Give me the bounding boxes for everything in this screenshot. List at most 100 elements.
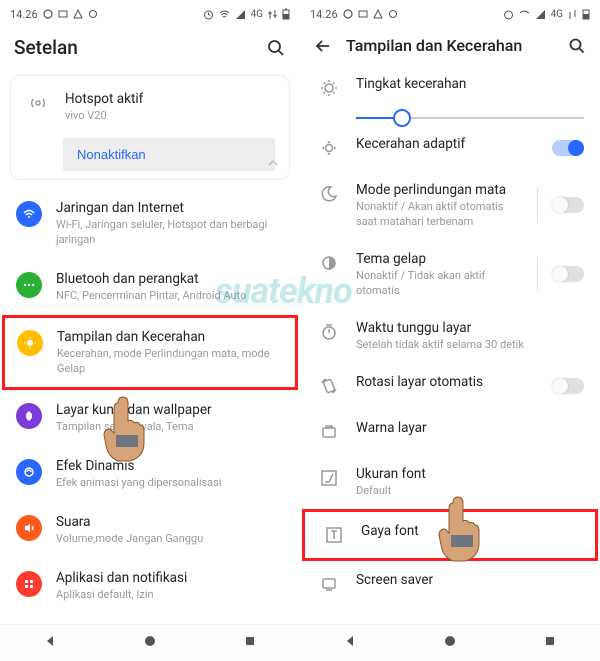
status-bar: 14.26 4G [0, 0, 300, 24]
status-icon [43, 9, 53, 19]
status-icon [373, 9, 383, 19]
item-title: Aplikasi dan notifikasi [56, 569, 284, 587]
back-icon[interactable] [314, 37, 332, 55]
search-icon[interactable] [568, 37, 586, 55]
toggle-rotation[interactable] [552, 378, 584, 394]
moon-icon [316, 181, 342, 207]
item-title: Warna layar [356, 419, 584, 437]
status-icon [388, 9, 398, 19]
settings-list: Jaringan dan Internet Wi-Fi, Jaringan se… [0, 188, 300, 624]
item-dark[interactable]: Tema gelap Nonaktif / Tidak akan aktif o… [300, 240, 600, 309]
signal-icon [235, 9, 246, 20]
nav-back[interactable] [343, 634, 357, 652]
item-font-size[interactable]: Ukuran font Default [300, 455, 600, 509]
toggle-dark[interactable] [552, 266, 584, 282]
divider [537, 188, 538, 222]
alarm-icon [203, 9, 214, 20]
brightness-slider[interactable] [300, 117, 600, 125]
sound-icon [16, 515, 42, 541]
brightness-icon [17, 330, 43, 356]
item-title: Mode perlindungan mata [356, 181, 523, 199]
nav-home[interactable] [143, 634, 157, 652]
item-title: Efek Dinamis [56, 457, 284, 475]
status-icon [88, 9, 98, 19]
item-title: Jaringan dan Internet [56, 199, 284, 217]
item-sub: Efek animasi yang dipersonalisasi [56, 476, 284, 491]
rotation-icon [316, 373, 342, 399]
status-icon [58, 9, 68, 19]
hotspot-icon [25, 90, 51, 116]
hotspot-title: Hotspot aktif [65, 90, 275, 108]
item-font-style[interactable]: Gaya font [302, 509, 598, 561]
battery-icon [282, 8, 290, 20]
item-sub: Volume,mode Jangan Ganggu [56, 532, 284, 547]
data-icon [268, 9, 277, 20]
status-bar: 14.26 4G [300, 0, 600, 24]
status-icon [358, 9, 368, 19]
wifi-icon [219, 9, 230, 20]
wallpaper-icon [16, 403, 42, 429]
item-sub: Setelah tidak aktif selama 30 detik [356, 338, 584, 353]
item-bluetooth[interactable]: Bluetooh dan perangkat NFC, Pencerminan … [0, 259, 300, 315]
item-adaptive[interactable]: Kecerahan adaptif [300, 125, 600, 171]
item-lockscreen[interactable]: Layar kunci dan wallpaper Tampilan selal… [0, 390, 300, 446]
hotspot-card: Hotspot aktif vivo V20 Nonaktifkan [10, 75, 290, 180]
nav-home[interactable] [443, 634, 457, 652]
toggle-adaptive[interactable] [552, 140, 584, 156]
nav-bar [300, 624, 600, 661]
battery-icon [582, 8, 590, 20]
toggle-eye[interactable] [552, 197, 584, 213]
item-effects[interactable]: Efek Dinamis Efek animasi yang dipersona… [0, 446, 300, 502]
item-sound[interactable]: Suara Volume,mode Jangan Ganggu [0, 502, 300, 558]
item-sub: Nonaktif / Akan aktif otomatis saat mata… [356, 200, 523, 230]
item-title: Bluetooh dan perangkat [56, 270, 284, 288]
item-sub: Nonaktif / Tidak akan aktif otomatis [356, 269, 523, 299]
item-network[interactable]: Jaringan dan Internet Wi-Fi, Jaringan se… [0, 188, 300, 259]
item-title: Rotasi layar otomatis [356, 373, 538, 391]
font-style-icon [321, 522, 347, 548]
page-title: Tampilan dan Kecerahan [346, 36, 554, 55]
item-sub: Kecerahan, mode Perlindungan mata, mode … [57, 347, 283, 377]
nav-recent[interactable] [543, 634, 557, 652]
screensaver-icon [316, 571, 342, 597]
status-icon [73, 9, 83, 19]
item-sub: Tampilan selalu nyala, Tema [56, 420, 284, 435]
item-rotation[interactable]: Rotasi layar otomatis [300, 363, 600, 409]
item-title: Ukuran font [356, 465, 584, 483]
adaptive-icon [316, 135, 342, 161]
item-title: Suara [56, 513, 284, 531]
status-time: 14.26 [10, 8, 38, 21]
item-title: Waktu tunggu layar [356, 319, 584, 337]
deactivate-button[interactable]: Nonaktifkan [63, 138, 275, 171]
nav-back[interactable] [43, 634, 57, 652]
chevron-up-icon[interactable] [267, 157, 279, 173]
network-label: 4G [551, 9, 563, 20]
alarm-icon [503, 9, 514, 20]
hotspot-sub: vivo V20 [65, 109, 275, 124]
status-icon [343, 9, 353, 19]
divider [537, 257, 538, 291]
wifi-icon [519, 9, 530, 20]
item-title: Screen saver [356, 571, 584, 589]
search-icon[interactable] [266, 38, 286, 58]
data-icon [568, 9, 577, 20]
settings-header: Setelan [0, 24, 300, 69]
item-title: Kecerahan adaptif [356, 135, 538, 153]
apps-icon [16, 571, 42, 597]
bluetooth-icon [16, 272, 42, 298]
item-sub: NFC, Pencerminan Pintar, Android Auto [56, 289, 284, 304]
item-title: Tema gelap [356, 250, 523, 268]
item-apps[interactable]: Aplikasi dan notifikasi Aplikasi default… [0, 558, 300, 614]
item-screensaver[interactable]: Screen saver [300, 561, 600, 607]
item-color[interactable]: Warna layar [300, 409, 600, 455]
item-eye[interactable]: Mode perlindungan mata Nonaktif / Akan a… [300, 171, 600, 240]
item-sub: Wi-Fi, Jaringan seluler, Hotspot dan ber… [56, 218, 284, 248]
network-label: 4G [251, 9, 263, 20]
nav-recent[interactable] [243, 634, 257, 652]
timeout-icon [316, 319, 342, 345]
wifi-icon [16, 201, 42, 227]
brightness-icon [316, 75, 342, 101]
item-timeout[interactable]: Waktu tunggu layar Setelah tidak aktif s… [300, 309, 600, 363]
item-brightness[interactable]: Tingkat kecerahan [300, 65, 600, 111]
item-display[interactable]: Tampilan dan Kecerahan Kecerahan, mode P… [2, 315, 298, 390]
